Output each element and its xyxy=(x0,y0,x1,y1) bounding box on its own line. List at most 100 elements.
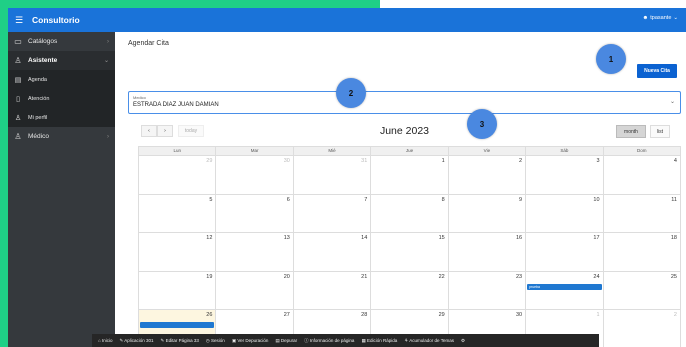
sidebar-item-agenda[interactable]: ▤ Agenda xyxy=(8,70,115,89)
calendar-day[interactable]: 22 xyxy=(371,271,449,310)
person-icon: ♙ xyxy=(14,132,22,141)
day-number: 12 xyxy=(206,235,213,241)
day-number: 17 xyxy=(593,235,600,241)
calendar-day[interactable]: 10 xyxy=(526,194,604,233)
sidebar-item-catalogos[interactable]: ▭ Catálogos › xyxy=(8,32,115,51)
calendar-day[interactable]: 29 xyxy=(139,156,217,195)
sidebar-item-asistente[interactable]: ♙ Asistente ⌄ xyxy=(8,51,115,70)
day-number: 24 xyxy=(593,273,600,280)
calendar-day[interactable]: 12 xyxy=(139,233,217,272)
folder-icon: ▭ xyxy=(14,37,22,46)
devbar-item[interactable]: ⌂ Inicio xyxy=(98,338,112,343)
day-number: 7 xyxy=(364,196,368,203)
user-menu[interactable]: ☻ tpasante ⌄ xyxy=(642,15,678,21)
sidebar-item-medico[interactable]: ♙ Médico › xyxy=(8,127,115,146)
day-number: 10 xyxy=(593,196,600,203)
calendar-day[interactable]: 31 xyxy=(293,156,372,195)
sidebar: ▭ Catálogos › ♙ Asistente ⌄ ▤ Agenda ▯ A… xyxy=(8,32,115,347)
day-number: 29 xyxy=(438,312,445,318)
day-number: 4 xyxy=(673,158,677,164)
day-number: 8 xyxy=(441,196,445,203)
calendar-day[interactable]: 13 xyxy=(216,233,294,272)
top-bar: ☰ Consultorio ☻ tpasante ⌄ xyxy=(8,8,686,32)
day-number: 19 xyxy=(206,273,213,280)
devbar-item[interactable]: ✎ Editar Página 33 xyxy=(161,338,199,344)
new-appointment-button[interactable]: Nueva Cita xyxy=(637,64,677,78)
calendar-event[interactable]: prueba xyxy=(527,283,602,290)
menu-icon[interactable]: ☰ xyxy=(12,13,26,27)
calendar-day[interactable]: 18 xyxy=(603,233,681,272)
devbar-item[interactable]: ▤ Depurar xyxy=(275,338,297,344)
day-number: 9 xyxy=(519,196,523,203)
weekday-label: Lun xyxy=(139,147,217,156)
calendar-day[interactable]: 1 xyxy=(371,156,449,195)
calendar-title: June 2023 xyxy=(379,125,430,137)
calendar-day[interactable]: 3 xyxy=(526,156,604,195)
devbar-item[interactable]: ◷ Sesión xyxy=(206,338,225,344)
devbar-item[interactable]: ⓘ Información de página xyxy=(304,338,354,344)
devbar-label: Sesión xyxy=(211,337,225,343)
user-edit-icon: ♙ xyxy=(14,114,22,122)
calendar-day[interactable]: 8 xyxy=(371,194,449,233)
devbar-item[interactable]: ▦ Edición Rápida xyxy=(361,338,397,344)
sidebar-item-label: Médico xyxy=(28,133,49,140)
devbar-item[interactable]: ⚘ Acumulador de Temas xyxy=(404,338,454,344)
month-view-button[interactable]: month xyxy=(616,125,646,138)
devbar-item[interactable]: ✎ Aplicación 301 xyxy=(119,338,153,344)
devbar-label: Acumulador de Temas xyxy=(409,337,454,343)
calendar-day[interactable]: 11 xyxy=(603,194,681,233)
day-number: 2 xyxy=(519,158,523,164)
gear-icon[interactable]: ⚙ xyxy=(461,338,465,344)
top-green-band xyxy=(0,0,380,8)
calendar-day[interactable]: 25 xyxy=(603,271,681,310)
annotation-badge: 2 xyxy=(336,78,366,108)
calendar-day[interactable]: 21 xyxy=(293,271,372,310)
list-view-button[interactable]: list xyxy=(650,125,670,138)
calendar-day[interactable]: 15 xyxy=(371,233,449,272)
day-number: 31 xyxy=(361,158,368,164)
calendar-day[interactable]: 23 xyxy=(448,271,527,310)
sidebar-item-mi-perfil[interactable]: ♙ Mi perfil xyxy=(8,108,115,127)
devbar-label: Editar Página 33 xyxy=(165,337,199,343)
doctor-select[interactable]: Medico ESTRADA DIAZ JUAN DAMIAN ⌄ xyxy=(128,91,681,114)
calendar-day[interactable]: 2 xyxy=(604,310,681,347)
day-number: 11 xyxy=(671,196,677,203)
day-number: 26 xyxy=(206,312,213,318)
user-icon: ☻ xyxy=(642,15,649,21)
chevron-down-icon: ⌄ xyxy=(669,99,675,105)
day-number: 30 xyxy=(515,312,523,318)
weekday-label: Dom xyxy=(603,147,681,156)
devbar-item[interactable]: ▣ Ver Depuración xyxy=(232,338,269,344)
sidebar-item-label: Mi perfil xyxy=(28,114,48,121)
calendar-day[interactable]: 9 xyxy=(448,194,527,233)
user-name: tpasante xyxy=(650,15,672,21)
calendar-event[interactable] xyxy=(140,322,215,328)
calendar-day[interactable]: 6 xyxy=(216,194,294,233)
calendar-day[interactable]: 30 xyxy=(216,156,294,195)
devbar-label: Edición Rápida xyxy=(366,337,398,343)
calendar-day[interactable]: 19 xyxy=(139,271,217,310)
clipboard-icon: ▯ xyxy=(16,95,20,103)
calendar-week: 12 13 14 15 16 17 18 xyxy=(139,233,681,272)
day-number: 13 xyxy=(283,235,290,241)
day-number: 14 xyxy=(361,235,368,241)
left-green-band xyxy=(0,0,8,347)
calendar-day[interactable]: 4 xyxy=(603,156,681,195)
day-number: 6 xyxy=(286,196,290,203)
page-title: Agendar Cita xyxy=(128,40,169,47)
calendar-day[interactable]: 16 xyxy=(448,233,527,272)
calendar-day[interactable]: 20 xyxy=(216,271,294,310)
chevron-right-icon: › xyxy=(107,133,109,140)
calendar-day[interactable]: 7 xyxy=(293,194,372,233)
chevron-down-icon: ⌄ xyxy=(673,15,678,21)
sidebar-item-atencion[interactable]: ▯ Atención xyxy=(8,89,115,108)
weekday-label: Vie xyxy=(448,147,527,156)
doctor-select-label: Medico xyxy=(133,95,146,100)
calendar-day[interactable]: 5 xyxy=(139,194,217,233)
calendar-day[interactable]: 14 xyxy=(293,233,372,272)
calendar-day[interactable]: 17 xyxy=(526,233,604,272)
calendar-day[interactable]: 2 xyxy=(448,156,527,195)
calendar-day[interactable]: 24 prueba xyxy=(526,271,604,310)
app-title[interactable]: Consultorio xyxy=(32,15,80,25)
weekday-header: Lun Mar Mié Jue Vie Sáb Dom xyxy=(139,147,681,156)
